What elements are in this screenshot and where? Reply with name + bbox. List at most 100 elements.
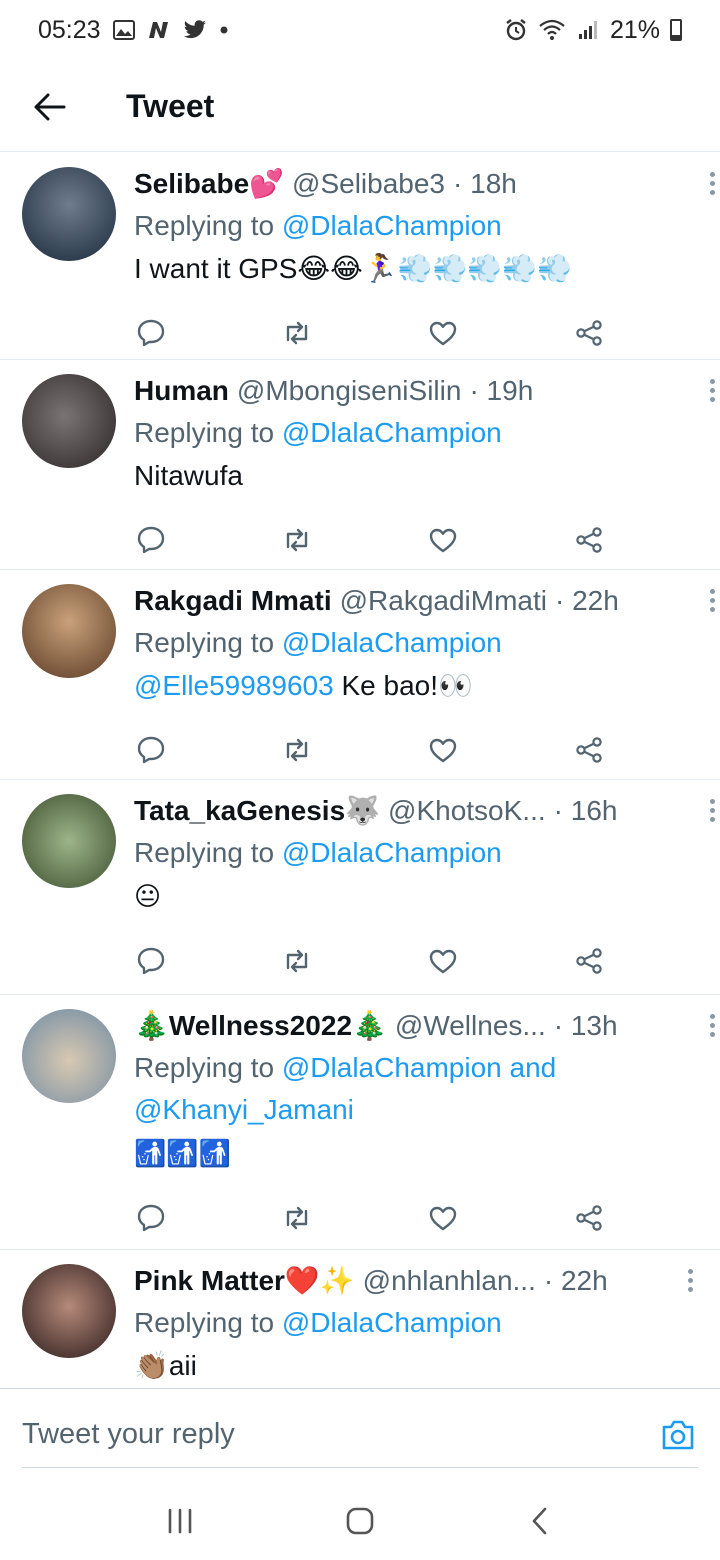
share-button[interactable] [574, 308, 720, 358]
replying-to: Replying to @DlalaChampion and [134, 1047, 720, 1089]
heart-icon [429, 738, 457, 763]
mention-link[interactable]: @DlalaChampion [282, 210, 502, 241]
retweet-icon [286, 949, 308, 973]
heart-icon [429, 1206, 457, 1231]
display-name[interactable]: Pink Matter❤️✨ [134, 1260, 355, 1302]
camera-button[interactable] [658, 1415, 698, 1455]
user-handle[interactable]: @Wellnes... [395, 1005, 546, 1047]
replying-to-label: Replying to [134, 1307, 282, 1338]
replying-to: Replying to @DlalaChampion [134, 412, 720, 454]
status-bar: 05:23 21% [0, 0, 720, 60]
more-options-icon[interactable] [678, 1260, 702, 1300]
more-options-icon[interactable] [700, 790, 720, 830]
user-handle[interactable]: @Selibabe3 [292, 163, 445, 205]
tweet-text-body: Ke bao!👀 [333, 670, 473, 701]
more-options-icon[interactable] [700, 163, 720, 203]
display-name[interactable]: Human [134, 370, 229, 412]
display-name[interactable]: Selibabe💕 [134, 163, 284, 205]
tweet[interactable]: Tata_kaGenesis🐺 @KhotsoK... · 16h Replyi… [0, 780, 720, 995]
retweet-icon [286, 1206, 308, 1230]
system-back-button[interactable] [510, 1491, 570, 1551]
replying-to-label: Replying to [134, 627, 282, 658]
more-options-icon[interactable] [700, 370, 720, 410]
avatar[interactable] [22, 1264, 116, 1358]
like-button[interactable] [428, 936, 574, 986]
replying-to-label: Replying to [134, 1052, 282, 1083]
reply-icon [137, 736, 165, 764]
home-button[interactable] [330, 1491, 390, 1551]
replying-to: Replying to @DlalaChampion [134, 622, 720, 664]
like-button[interactable] [428, 1193, 574, 1243]
reply-button[interactable] [136, 1193, 282, 1243]
mention-link[interactable]: @Khanyi_Jamani [134, 1094, 354, 1125]
reply-icon [137, 1204, 165, 1232]
retweet-icon [286, 321, 308, 345]
tweet-time: · 13h [553, 1010, 618, 1041]
home-icon [346, 1507, 374, 1535]
replying-to-extra: @Khanyi_Jamani [134, 1089, 720, 1131]
like-button[interactable] [428, 308, 574, 358]
tweet-text: I want it GPS😂😂🏃‍♀️💨💨💨💨💨 [134, 247, 720, 291]
mention-link[interactable]: @DlalaChampion [282, 627, 502, 658]
share-button[interactable] [574, 936, 720, 986]
mention-link[interactable]: @DlalaChampion and [282, 1052, 556, 1083]
reply-button[interactable] [136, 725, 282, 775]
avatar[interactable] [22, 374, 116, 468]
retweet-button[interactable] [282, 515, 428, 565]
reply-icon [137, 319, 165, 347]
reply-button[interactable] [136, 308, 282, 358]
tweet[interactable]: Selibabe💕 @Selibabe3 · 18h Replying to @… [0, 153, 720, 360]
share-button[interactable] [574, 725, 720, 775]
display-name[interactable]: Rakgadi Mmati [134, 580, 332, 622]
more-options-icon[interactable] [700, 580, 720, 620]
share-button[interactable] [574, 1193, 720, 1243]
reply-input[interactable]: Tweet your reply [22, 1418, 658, 1451]
avatar[interactable] [22, 584, 116, 678]
retweet-icon [286, 528, 308, 552]
avatar[interactable] [22, 1009, 116, 1103]
more-options-icon[interactable] [700, 1005, 720, 1045]
share-icon [576, 320, 602, 346]
tweet-actions [134, 919, 720, 1003]
retweet-button[interactable] [282, 725, 428, 775]
signal-icon [578, 20, 600, 40]
avatar[interactable] [22, 167, 116, 261]
display-name[interactable]: Tata_kaGenesis🐺 [134, 790, 380, 832]
replying-to: Replying to @DlalaChampion [134, 1302, 698, 1344]
retweet-button[interactable] [282, 936, 428, 986]
heart-icon [429, 528, 457, 553]
user-handle[interactable]: @KhotsoK... [388, 790, 546, 832]
tweet-text-body: 🚮🚮🚮 [134, 1139, 232, 1169]
recent-apps-button[interactable] [150, 1491, 210, 1551]
reply-button[interactable] [136, 515, 282, 565]
mention-link[interactable]: @DlalaChampion [282, 837, 502, 868]
replying-to: Replying to @DlalaChampion [134, 832, 720, 874]
back-arrow-button[interactable] [20, 77, 80, 137]
like-button[interactable] [428, 515, 574, 565]
user-handle[interactable]: @MbongiseniSilin [237, 370, 462, 412]
back-arrow-icon [34, 93, 66, 120]
tweet-time: · 16h [553, 795, 618, 826]
retweet-icon [286, 738, 308, 762]
display-name[interactable]: 🎄Wellness2022🎄 [134, 1005, 387, 1047]
dot-icon [219, 25, 229, 35]
tweet[interactable]: Human @MbongiseniSilin · 19h Replying to… [0, 360, 720, 570]
share-button[interactable] [574, 515, 720, 565]
avatar[interactable] [22, 794, 116, 888]
retweet-button[interactable] [282, 308, 428, 358]
tweet[interactable]: Rakgadi Mmati @RakgadiMmati · 22h Replyi… [0, 570, 720, 780]
tweet[interactable]: Pink Matter❤️✨ @nhlanhlan... · 22h Reply… [0, 1250, 720, 1388]
retweet-button[interactable] [282, 1193, 428, 1243]
reply-button[interactable] [136, 936, 282, 986]
mention-link[interactable]: @DlalaChampion [282, 1307, 502, 1338]
tweet-time: · 19h [469, 375, 534, 406]
tweet[interactable]: 🎄Wellness2022🎄 @Wellnes... · 13h Replyin… [0, 995, 720, 1250]
mention-link[interactable]: @DlalaChampion [282, 417, 502, 448]
mention-link[interactable]: @Elle59989603 [134, 670, 334, 701]
user-handle[interactable]: @RakgadiMmati [340, 580, 547, 622]
battery-percent: 21% [609, 15, 660, 44]
system-nav-bar [0, 1482, 720, 1560]
wifi-icon [538, 19, 568, 41]
like-button[interactable] [428, 725, 574, 775]
user-handle[interactable]: @nhlanhlan... [363, 1260, 536, 1302]
